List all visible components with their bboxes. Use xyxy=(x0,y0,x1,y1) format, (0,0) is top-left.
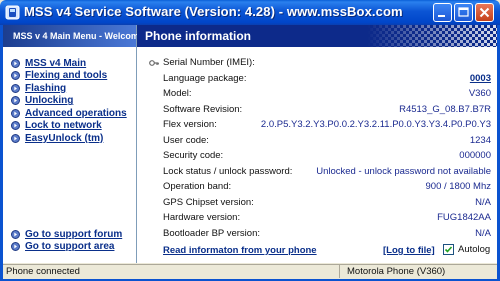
panel-actions: Read informaton from your phone [Log to … xyxy=(163,244,493,259)
bullet-arrow-icon xyxy=(11,229,20,239)
main-menu-panel: MSS v 4 Main Menu - Welcome MSS v4 Main … xyxy=(3,25,144,263)
info-row-software-revision: Software Revision: R4513_G_08.B7.B7R xyxy=(149,102,491,118)
menu-item-mss-v4-main[interactable]: MSS v4 Main xyxy=(11,57,127,70)
key-icon xyxy=(149,60,159,66)
info-label: Serial Number (IMEI): xyxy=(163,57,255,68)
menu-item-flexing-tools[interactable]: Flexing and tools xyxy=(11,70,127,83)
phone-info-panel: Phone information Serial Number (IMEI): … xyxy=(137,25,497,263)
maximize-icon xyxy=(458,7,469,17)
menu-item-flashing[interactable]: Flashing xyxy=(11,82,127,95)
log-to-file-link[interactable]: [Log to file] xyxy=(383,245,435,256)
info-row-flex-version: Flex version: 2.0.P5.Y3.2.Y3.P0.0.2.Y3.2… xyxy=(149,117,491,133)
menu-item-label: MSS v4 Main xyxy=(25,57,87,69)
phone-model-status: Motorola Phone (V360) xyxy=(347,266,446,277)
menu-item-label: Lock to network xyxy=(25,120,102,132)
autolog-option[interactable]: Autolog xyxy=(443,244,490,255)
window-title: MSS v4 Service Software (Version: 4.28) … xyxy=(24,4,403,19)
info-row-security-code: Security code: 000000 xyxy=(149,148,491,164)
bullet-arrow-icon xyxy=(11,108,20,118)
menu-item-label: Flashing xyxy=(25,82,67,94)
menu-item-easyunlock[interactable]: EasyUnlock (tm) xyxy=(11,132,127,145)
read-info-link[interactable]: Read informaton from your phone xyxy=(163,245,317,256)
info-row-user-code: User code: 1234 xyxy=(149,133,491,149)
info-label: Flex version: xyxy=(163,119,217,130)
bullet-arrow-icon xyxy=(11,71,20,81)
bullet-arrow-icon xyxy=(11,58,20,68)
close-button[interactable] xyxy=(475,3,494,22)
checkmark-icon xyxy=(444,246,453,253)
info-value: 2.0.P5.Y3.2.Y3.P0.0.2.Y3.2.11.P0.0.Y3.Y3… xyxy=(260,119,491,130)
support-forum-link[interactable]: Go to support forum xyxy=(11,228,122,241)
info-value: 1234 xyxy=(469,134,491,146)
info-value: V360 xyxy=(468,88,491,99)
info-label: Language package: xyxy=(163,72,247,84)
language-package-link[interactable]: 0003 xyxy=(470,73,491,84)
minimize-icon xyxy=(438,15,445,17)
support-link-label: Go to support forum xyxy=(25,228,123,240)
menu-item-label: Flexing and tools xyxy=(25,70,108,82)
info-value: 900 / 1800 Mhz xyxy=(425,181,492,192)
info-row-lock-status: Lock status / unlock password: Unlocked … xyxy=(149,164,491,180)
bullet-arrow-icon xyxy=(11,121,20,131)
info-value: FUG1842AA xyxy=(437,212,491,223)
info-label: Operation band: xyxy=(163,181,232,192)
menu-item-advanced-operations[interactable]: Advanced operations xyxy=(11,107,127,120)
bullet-arrow-icon xyxy=(11,96,20,106)
info-value: 000000 xyxy=(459,150,491,161)
menu-item-lock-to-network[interactable]: Lock to network xyxy=(11,120,127,133)
support-links: Go to support forum Go to support area xyxy=(11,228,122,253)
menu-header: MSS v 4 Main Menu - Welcome xyxy=(3,25,144,47)
info-label: Bootloader BP version: xyxy=(163,227,260,239)
info-label: Software Revision: xyxy=(163,103,243,115)
client-area: MSS v 4 Main Menu - Welcome MSS v4 Main … xyxy=(3,25,497,279)
autolog-checkbox[interactable] xyxy=(443,244,454,255)
panel-header: Phone information xyxy=(137,25,497,47)
title-bar[interactable]: MSS v4 Service Software (Version: 4.28) … xyxy=(0,0,500,25)
bullet-arrow-icon xyxy=(11,83,20,93)
autolog-label: Autolog xyxy=(458,244,491,255)
app-window: MSS v4 Service Software (Version: 4.28) … xyxy=(0,0,500,281)
main-menu: MSS v4 Main Flexing and tools Flashing U… xyxy=(11,57,127,145)
info-label: Hardware version: xyxy=(163,212,241,223)
info-value: Unlocked - unlock password not available xyxy=(316,165,491,177)
minimize-button[interactable] xyxy=(433,3,452,22)
window-frame: MSS v 4 Main Menu - Welcome MSS v4 Main … xyxy=(0,25,500,281)
info-value: R4513_G_08.B7.B7R xyxy=(399,103,491,115)
support-area-link[interactable]: Go to support area xyxy=(11,241,122,254)
menu-item-label: EasyUnlock (tm) xyxy=(25,132,104,144)
info-list: Serial Number (IMEI): Language package: … xyxy=(149,55,491,241)
support-link-label: Go to support area xyxy=(25,241,115,253)
close-icon xyxy=(479,7,490,18)
maximize-button[interactable] xyxy=(454,3,473,22)
status-bar: Phone connected Motorola Phone (V360) xyxy=(3,264,497,279)
info-row-gps-chipset: GPS Chipset version: N/A xyxy=(149,195,491,211)
info-row-hardware-version: Hardware version: FUG1842AA xyxy=(149,210,491,226)
info-value: N/A xyxy=(475,227,491,239)
connection-status: Phone connected xyxy=(3,265,340,278)
bullet-arrow-icon xyxy=(11,133,20,143)
info-label: Security code: xyxy=(163,150,224,161)
info-row-operation-band: Operation band: 900 / 1800 Mhz xyxy=(149,179,491,195)
info-value: N/A xyxy=(475,196,491,208)
info-row-bootloader: Bootloader BP version: N/A xyxy=(149,226,491,242)
bullet-arrow-icon xyxy=(11,242,20,252)
info-label: User code: xyxy=(163,134,209,146)
app-icon xyxy=(5,5,20,20)
info-label: Model: xyxy=(163,88,192,99)
info-row-imei: Serial Number (IMEI): xyxy=(149,55,491,71)
info-label: Lock status / unlock password: xyxy=(163,165,293,177)
info-row-language: Language package: 0003 xyxy=(149,71,491,87)
header-pattern-decoration xyxy=(367,25,497,47)
info-row-model: Model: V360 xyxy=(149,86,491,102)
info-label: GPS Chipset version: xyxy=(163,196,254,208)
menu-item-label: Unlocking xyxy=(25,95,74,107)
panel-title: Phone information xyxy=(145,29,251,43)
menu-item-label: Advanced operations xyxy=(25,107,127,119)
menu-item-unlocking[interactable]: Unlocking xyxy=(11,95,127,108)
